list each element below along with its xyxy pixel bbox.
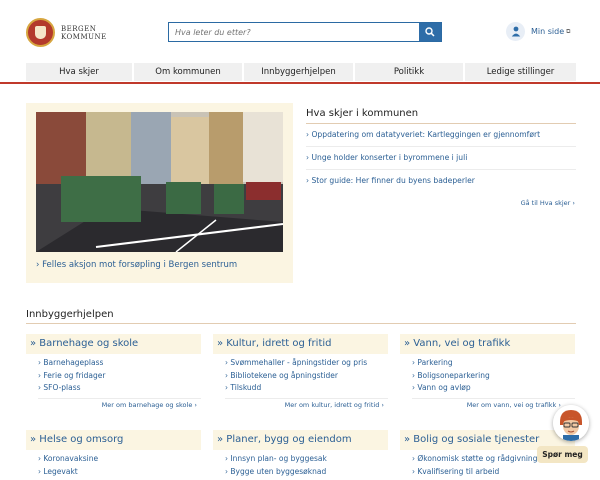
news-title: Hva skjer i kommunen [306, 108, 576, 124]
category-link-text: Økonomisk støtte og rådgivning [417, 454, 538, 463]
category-link-text: Parkering [417, 358, 453, 367]
category-link-text: Barnehageplass [43, 358, 104, 367]
category-link-text: Tilskudd [230, 383, 262, 392]
category-more-text: Mer om vann, vei og trafikk [466, 401, 557, 409]
category-more-link[interactable]: Mer om barnehage og skole › [102, 401, 197, 409]
external-link-icon: ⧉ [566, 27, 571, 35]
category-link[interactable]: › Bygge uten byggesøknad [225, 467, 388, 480]
category-link[interactable]: › Innsyn plan- og byggesak [225, 454, 388, 467]
category-link[interactable]: › Boligsoneparkering [412, 371, 575, 384]
news-item[interactable]: › Unge holder konserter i byrommene i ju… [306, 147, 576, 170]
category-link[interactable]: › SFO-plass [38, 383, 201, 396]
category-title-text: Barnehage og skole [39, 338, 139, 349]
featured-photo [36, 112, 283, 252]
category-link-text: Legevakt [43, 466, 78, 476]
news-more-link[interactable]: Gå til Hva skjer › [521, 199, 575, 207]
category-link[interactable]: › Tilskudd [225, 383, 388, 396]
category-link[interactable]: › Bibliotekene og åpningstider [225, 371, 388, 384]
nav-item-innbyggerhjelpen[interactable]: Innbyggerhjelpen [244, 63, 355, 81]
category-more-text: Mer om barnehage og skole [101, 401, 193, 409]
category-link-text: Bygge uten byggesøknad [230, 466, 327, 476]
category-card: » Barnehage og skole › Barnehageplass › … [26, 334, 201, 416]
featured-link-text: Felles aksjon mot forsøpling i Bergen se… [42, 260, 238, 270]
category-card: » Vann, vei og trafikk › Parkering › Bol… [400, 334, 575, 416]
chatbot-icon [553, 405, 589, 441]
category-title[interactable]: » Vann, vei og trafikk [400, 334, 575, 354]
logo-line-1: BERGEN [61, 24, 97, 33]
category-link[interactable]: › Ferie og fridager [38, 371, 201, 384]
category-title[interactable]: » Helse og omsorg [26, 430, 201, 450]
search-button[interactable] [419, 23, 441, 41]
innbyggerhjelpen-title: Innbyggerhjelpen [26, 309, 576, 324]
category-link[interactable]: › Legevakt [38, 467, 201, 480]
bergen-kommune-logo[interactable]: BERGEN KOMMUNE [26, 18, 107, 47]
main-nav: Hva skjer Om kommunen Innbyggerhjelpen P… [26, 63, 576, 81]
divider [225, 398, 388, 399]
city-seal-icon [26, 18, 55, 47]
category-link-text: Innsyn plan- og byggesak [230, 454, 327, 463]
nav-item-hva-skjer[interactable]: Hva skjer [26, 63, 134, 81]
category-more-link[interactable]: Mer om vann, vei og trafikk › [467, 401, 561, 409]
search-bar [168, 22, 442, 42]
my-page-link[interactable]: Min side ⧉ [506, 22, 570, 41]
category-card: » Kultur, idrett og fritid › Svømmehalle… [213, 334, 388, 416]
category-title-text: Helse og omsorg [39, 434, 124, 445]
category-title[interactable]: » Planer, bygg og eiendom [213, 430, 388, 450]
news-more-text: Gå til Hva skjer [520, 199, 571, 207]
category-link-text: Vann og avløp [417, 383, 471, 392]
logo-line-2: KOMMUNE [61, 32, 107, 41]
nav-item-politikk[interactable]: Politikk [355, 63, 465, 81]
search-input[interactable] [169, 23, 419, 41]
category-more-text: Mer om kultur, idrett og fritid [284, 401, 380, 409]
category-title[interactable]: » Kultur, idrett og fritid [213, 334, 388, 354]
featured-link[interactable]: › Felles aksjon mot forsøpling i Bergen … [36, 260, 237, 270]
category-title[interactable]: » Barnehage og skole [26, 334, 201, 354]
category-link-text: SFO-plass [43, 383, 81, 392]
category-link-text: Svømmehaller - åpningstider og pris [230, 358, 368, 367]
news-section: Hva skjer i kommunen › Oppdatering om da… [306, 108, 576, 207]
site-header: BERGEN KOMMUNE Min side ⧉ [0, 0, 600, 62]
category-title-text: Kultur, idrett og fritid [226, 338, 332, 349]
category-link-text: Kvalifisering til arbeid [417, 466, 500, 476]
chatbot-avatar[interactable] [553, 405, 589, 441]
news-item-text: Oppdatering om datatyveriet: Kartlegging… [311, 130, 541, 139]
category-link[interactable]: › Vann og avløp [412, 383, 575, 396]
category-title-text: Bolig og sosiale tjenester [413, 434, 540, 445]
category-title-text: Planer, bygg og eiendom [226, 434, 352, 445]
category-title-text: Vann, vei og trafikk [413, 338, 511, 349]
divider [412, 398, 575, 399]
nav-item-om-kommunen[interactable]: Om kommunen [134, 63, 244, 81]
logo-text: BERGEN KOMMUNE [61, 25, 107, 41]
chat-button[interactable]: Spør meg [537, 446, 588, 463]
category-link[interactable]: › Barnehageplass [38, 358, 201, 371]
category-card: » Helse og omsorg › Koronavaksine › Lege… [26, 430, 201, 480]
news-item[interactable]: › Oppdatering om datatyveriet: Kartleggi… [306, 124, 576, 147]
category-link[interactable]: › Svømmehaller - åpningstider og pris [225, 358, 388, 371]
category-link[interactable]: › Koronavaksine [38, 454, 201, 467]
category-link-text: Koronavaksine [43, 454, 99, 463]
category-link[interactable]: › Parkering [412, 358, 575, 371]
search-icon [425, 27, 435, 37]
news-item-text: Stor guide: Her finner du byens badeperl… [311, 176, 475, 185]
category-link[interactable]: › Kvalifisering til arbeid [412, 467, 575, 480]
category-more-link[interactable]: Mer om kultur, idrett og fritid › [285, 401, 384, 409]
category-card: » Planer, bygg og eiendom › Innsyn plan-… [213, 430, 388, 480]
category-link-text: Ferie og fridager [43, 370, 106, 380]
news-item[interactable]: › Stor guide: Her finner du byens badepe… [306, 170, 576, 193]
nav-divider [0, 82, 600, 84]
my-page-label: Min side [531, 27, 565, 36]
news-item-text: Unge holder konserter i byrommene i juli [311, 153, 468, 162]
category-link-text: Bibliotekene og åpningstider [230, 370, 338, 380]
divider [38, 398, 201, 399]
user-icon [506, 22, 525, 41]
nav-item-ledige-stillinger[interactable]: Ledige stillinger [465, 63, 576, 81]
featured-article[interactable]: › Felles aksjon mot forsøpling i Bergen … [26, 103, 293, 283]
category-link-text: Boligsoneparkering [417, 370, 490, 380]
